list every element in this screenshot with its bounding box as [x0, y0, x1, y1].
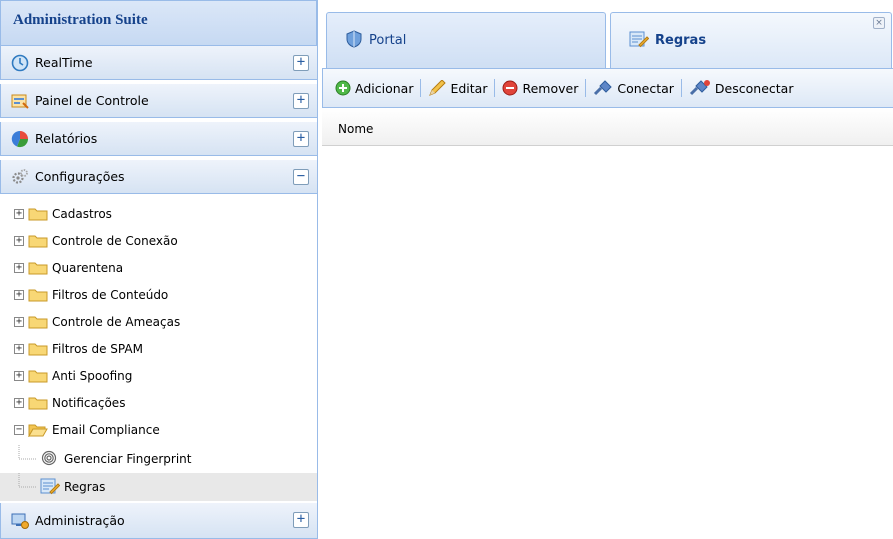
- tree-collapser[interactable]: −: [14, 425, 24, 435]
- section-label: Painel de Controle: [35, 93, 149, 108]
- tree-item-anti-spoofing[interactable]: + Anti Spoofing: [0, 362, 317, 390]
- tree-expander[interactable]: +: [14, 317, 24, 327]
- folder-icon: [28, 288, 48, 302]
- tree-expander[interactable]: +: [14, 398, 24, 408]
- section-settings[interactable]: Configurações −: [0, 160, 318, 194]
- fingerprint-icon: [40, 449, 58, 470]
- realtime-icon: [11, 54, 29, 72]
- section-control-panel[interactable]: Painel de Controle +: [0, 84, 318, 118]
- folder-icon: [28, 396, 48, 410]
- folder-icon: [28, 315, 48, 329]
- toolbar-separator: [585, 79, 587, 97]
- tab-label: Regras: [655, 33, 707, 48]
- rules-edit-icon: [40, 477, 61, 498]
- admin-monitor-icon: [11, 512, 29, 530]
- suite-header: Administration Suite: [0, 0, 317, 46]
- folder-icon: [28, 261, 48, 275]
- plug-disconnect-icon: [689, 80, 710, 96]
- open-folder-icon: [28, 423, 48, 438]
- expand-toggle[interactable]: +: [293, 512, 309, 528]
- toolbar-separator: [420, 79, 422, 97]
- remove-label: Remover: [522, 80, 579, 96]
- expand-toggle[interactable]: +: [293, 93, 309, 109]
- edit-button[interactable]: Editar: [428, 80, 487, 96]
- folder-icon: [28, 207, 48, 221]
- remove-icon: [502, 80, 518, 96]
- folder-icon: [28, 234, 48, 248]
- connect-label: Conectar: [617, 80, 674, 96]
- expand-toggle[interactable]: +: [293, 131, 309, 147]
- remove-button[interactable]: Remover: [502, 80, 578, 96]
- tree-item-email-compliance[interactable]: − Email Compliance: [0, 416, 317, 444]
- tree-label: Controle de Ameaças: [52, 315, 181, 329]
- section-realtime[interactable]: RealTime +: [0, 46, 318, 80]
- plug-connect-icon: [594, 80, 613, 96]
- tree-label: Controle de Conexão: [52, 234, 178, 248]
- tree-item-controle-ameacas[interactable]: + Controle de Ameaças: [0, 308, 317, 336]
- tree-item-filtros-spam[interactable]: + Filtros de SPAM: [0, 335, 317, 363]
- add-icon: [335, 80, 351, 96]
- tree-label: Filtros de SPAM: [52, 342, 143, 356]
- disconnect-button[interactable]: Desconectar: [689, 80, 794, 96]
- control-panel-icon: [11, 92, 29, 110]
- gears-icon: [11, 168, 29, 186]
- tree-item-notificacoes[interactable]: + Notificações: [0, 389, 317, 417]
- rules-edit-icon: [629, 30, 650, 51]
- suite-title: Administration Suite: [13, 12, 148, 28]
- tab-label: Portal: [369, 33, 407, 48]
- reports-pie-icon: [11, 130, 29, 148]
- grid-header: Nome: [322, 108, 893, 146]
- section-label: Administração: [35, 513, 125, 528]
- folder-icon: [28, 342, 48, 356]
- pencil-icon: [429, 80, 447, 96]
- toolbar-separator: [494, 79, 496, 97]
- add-label: Adicionar: [355, 80, 414, 96]
- add-button[interactable]: Adicionar: [335, 80, 413, 96]
- close-icon[interactable]: ×: [873, 17, 885, 29]
- main-panel: Portal Regras × Adicionar Editar Remover…: [322, 0, 893, 539]
- tree-expander[interactable]: +: [14, 290, 24, 300]
- tree-expander[interactable]: +: [14, 263, 24, 273]
- tab-portal[interactable]: Portal: [326, 12, 606, 68]
- tree-expander[interactable]: +: [14, 371, 24, 381]
- tree-label: Anti Spoofing: [52, 369, 133, 383]
- section-label: RealTime: [35, 55, 93, 70]
- tree-label: Email Compliance: [52, 423, 160, 437]
- section-administration[interactable]: Administração +: [0, 503, 318, 539]
- tree-label: Regras: [64, 480, 106, 494]
- disconnect-label: Desconectar: [714, 80, 794, 96]
- tree-item-gerenciar-fingerprint[interactable]: Gerenciar Fingerprint: [0, 445, 317, 473]
- tree-item-quarentena[interactable]: + Quarentena: [0, 254, 317, 282]
- tree-label: Cadastros: [52, 207, 112, 221]
- tree-expander[interactable]: +: [14, 344, 24, 354]
- tree-item-filtros-conteudo[interactable]: + Filtros de Conteúdo: [0, 281, 317, 309]
- tree-label: Quarentena: [52, 261, 124, 275]
- toolbar-separator: [680, 79, 682, 97]
- section-reports[interactable]: Relatórios +: [0, 122, 318, 156]
- tree-item-regras[interactable]: Regras: [0, 473, 317, 501]
- tree-item-controle-conexao[interactable]: + Controle de Conexão: [0, 227, 317, 255]
- portal-shield-icon: [345, 30, 363, 51]
- section-label: Configurações: [35, 169, 125, 184]
- tab-regras[interactable]: Regras ×: [610, 12, 892, 68]
- tree-expander[interactable]: +: [14, 236, 24, 246]
- sidebar: Administration Suite RealTime + Painel d…: [0, 0, 318, 539]
- folder-icon: [28, 369, 48, 383]
- edit-label: Editar: [450, 80, 488, 96]
- toolbar: Adicionar Editar Remover Conectar Descon…: [322, 68, 893, 108]
- tree-item-cadastros[interactable]: + Cadastros: [0, 200, 317, 228]
- settings-tree: + Cadastros + Controle de Conexão + Quar…: [0, 196, 317, 503]
- tree-label: Filtros de Conteúdo: [52, 288, 169, 302]
- expand-toggle[interactable]: +: [293, 55, 309, 71]
- tree-label: Gerenciar Fingerprint: [64, 452, 192, 466]
- section-label: Relatórios: [35, 131, 98, 146]
- tab-strip: Portal Regras ×: [322, 0, 893, 68]
- connect-button[interactable]: Conectar: [593, 80, 674, 96]
- tree-label: Notificações: [52, 396, 126, 410]
- column-header-nome[interactable]: Nome: [338, 122, 373, 136]
- tree-expander[interactable]: +: [14, 209, 24, 219]
- collapse-toggle[interactable]: −: [293, 169, 309, 185]
